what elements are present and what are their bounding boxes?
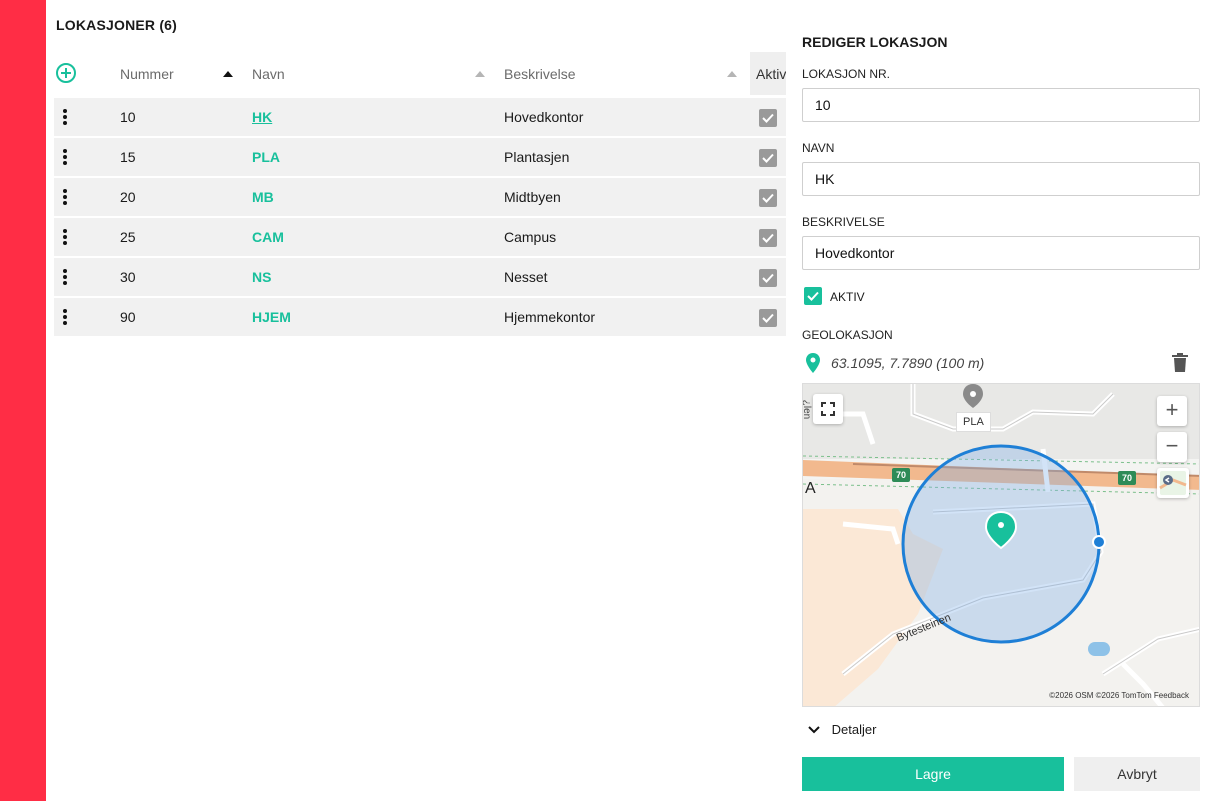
row-number: 15 <box>120 149 136 165</box>
name-input[interactable] <box>802 162 1200 196</box>
description-label: BESKRIVELSE <box>802 215 885 229</box>
zoom-in-button[interactable]: + <box>1157 396 1187 426</box>
row-name-link[interactable]: HJEM <box>252 309 291 325</box>
details-label: Detaljer <box>831 722 877 737</box>
row-menu-icon[interactable] <box>58 307 72 327</box>
number-input[interactable] <box>802 88 1200 122</box>
table-body: 10 HK Hovedkontor 15 PLA Plantasjen 20 M… <box>54 98 786 338</box>
map-style-icon <box>1159 471 1187 495</box>
location-pin-icon <box>806 353 820 373</box>
minus-icon: − <box>1165 433 1179 458</box>
save-button[interactable]: Lagre <box>802 757 1064 791</box>
row-menu-icon[interactable] <box>58 147 72 167</box>
map-marker-label[interactable]: PLA <box>956 412 991 432</box>
list-title: LOKASJONER (6) <box>56 17 178 33</box>
sort-icon[interactable] <box>475 71 485 77</box>
table-row[interactable]: 30 NS Nesset <box>54 258 786 296</box>
fullscreen-icon <box>821 402 835 416</box>
location-list: LOKASJONER (6) Nummer Navn Beskrivelse A… <box>46 0 786 801</box>
row-description: Hjemmekontor <box>504 309 596 325</box>
column-description[interactable]: Beskrivelse <box>504 66 576 82</box>
column-active[interactable]: Aktiv <box>750 52 786 95</box>
table-row[interactable]: 10 HK Hovedkontor <box>54 98 786 136</box>
active-checkbox[interactable] <box>804 287 822 305</box>
table-row[interactable]: 90 HJEM Hjemmekontor <box>54 298 786 336</box>
table-header: Nummer Navn Beskrivelse Aktiv <box>54 52 786 96</box>
row-name-link[interactable]: PLA <box>252 149 280 165</box>
row-description: Campus <box>504 229 557 245</box>
table-row[interactable]: 20 MB Midtbyen <box>54 178 786 216</box>
row-active-checkbox <box>759 269 777 287</box>
add-location-icon[interactable] <box>55 62 77 84</box>
name-label: NAVN <box>802 141 835 155</box>
table-row[interactable]: 25 CAM Campus <box>54 218 786 256</box>
row-name-link[interactable]: HK <box>252 109 272 125</box>
row-menu-icon[interactable] <box>58 227 72 247</box>
trash-icon[interactable] <box>1172 353 1188 372</box>
map-layers-button[interactable] <box>1157 468 1189 498</box>
fullscreen-button[interactable] <box>813 394 843 424</box>
map-canvas[interactable] <box>803 384 1200 707</box>
row-number: 30 <box>120 269 136 285</box>
map-view[interactable]: PLA 70 70 A Bytesteinen ¿len + − ©2026 O… <box>802 383 1200 707</box>
column-number[interactable]: Nummer <box>120 66 174 82</box>
row-active-checkbox <box>759 229 777 247</box>
plus-icon: + <box>1165 397 1179 422</box>
road-shield: 70 <box>1118 471 1137 485</box>
panel-title: REDIGER LOKASJON <box>802 34 948 50</box>
zoom-out-button[interactable]: − <box>1157 432 1187 462</box>
row-number: 90 <box>120 309 136 325</box>
column-name[interactable]: Navn <box>252 66 285 82</box>
row-menu-icon[interactable] <box>58 267 72 287</box>
row-name-link[interactable]: CAM <box>252 229 284 245</box>
geo-coordinates: 63.1095, 7.7890 (100 m) <box>831 355 985 371</box>
edit-location-panel: REDIGER LOKASJON LOKASJON NR. NAVN BESKR… <box>786 0 1213 801</box>
row-menu-icon[interactable] <box>58 187 72 207</box>
row-description: Nesset <box>504 269 548 285</box>
row-menu-icon[interactable] <box>58 107 72 127</box>
geo-label: GEOLOKASJON <box>802 328 893 342</box>
brand-sidebar <box>0 0 46 801</box>
active-label: AKTIV <box>830 290 865 304</box>
row-active-checkbox <box>759 309 777 327</box>
row-number: 10 <box>120 109 136 125</box>
chevron-down-icon <box>808 726 820 734</box>
cancel-button[interactable]: Avbryt <box>1074 757 1200 791</box>
description-input[interactable] <box>802 236 1200 270</box>
map-partial-label: ¿len <box>802 399 813 420</box>
number-label: LOKASJON NR. <box>802 67 891 81</box>
row-description: Midtbyen <box>504 189 561 205</box>
sort-icon[interactable] <box>727 71 737 77</box>
row-number: 20 <box>120 189 136 205</box>
column-active-label: Aktiv <box>756 66 787 82</box>
road-shield: 70 <box>892 468 911 482</box>
row-active-checkbox <box>759 149 777 167</box>
sort-asc-icon[interactable] <box>223 71 233 77</box>
row-active-checkbox <box>759 109 777 127</box>
map-attribution[interactable]: ©2026 OSM ©2026 TomTom Feedback <box>1049 691 1189 700</box>
row-active-checkbox <box>759 189 777 207</box>
row-name-link[interactable]: MB <box>252 189 274 205</box>
table-row[interactable]: 15 PLA Plantasjen <box>54 138 786 176</box>
map-edge-label: A <box>805 480 816 497</box>
row-name-link[interactable]: NS <box>252 269 271 285</box>
details-toggle[interactable]: Detaljer <box>808 722 876 737</box>
row-number: 25 <box>120 229 136 245</box>
row-description: Plantasjen <box>504 149 570 165</box>
row-description: Hovedkontor <box>504 109 584 125</box>
